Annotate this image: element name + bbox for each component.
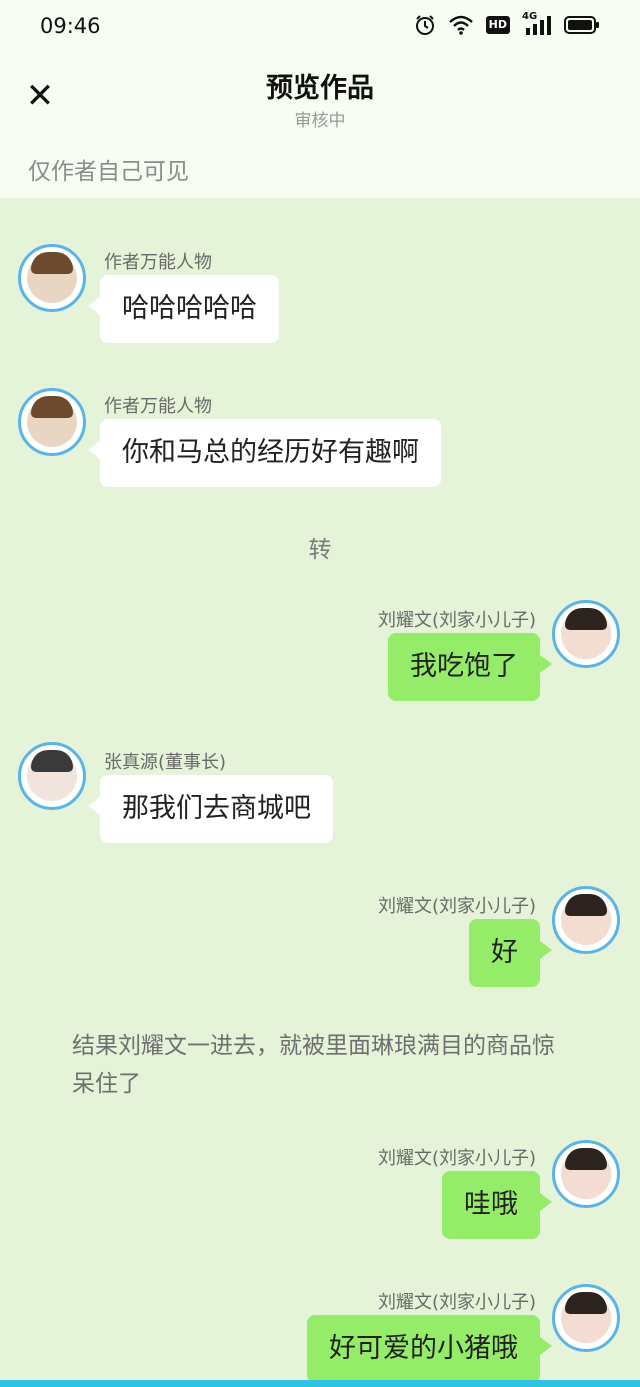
message-right: 刘耀文(刘家小儿子) 我吃饱了: [0, 598, 640, 708]
message-left: 作者万能人物 哈哈哈哈哈: [0, 240, 640, 350]
message-left: 作者万能人物 你和马总的经历好有趣啊: [0, 384, 640, 494]
alarm-icon: [415, 15, 434, 35]
sender-name: 作者万能人物: [104, 396, 212, 417]
bottom-progress-bar: [0, 1380, 640, 1387]
sender-name: 作者万能人物: [104, 252, 212, 273]
hd-icon: HD: [485, 16, 510, 34]
message-right: 刘耀文(刘家小儿子) 哇哦: [0, 1138, 640, 1248]
avatar[interactable]: [18, 742, 86, 810]
message-right: 刘耀文(刘家小儿子) 好可爱的小猪哦: [0, 1282, 640, 1383]
message-bubble[interactable]: 那我们去商城吧: [88, 775, 333, 843]
avatar[interactable]: [552, 1140, 620, 1208]
narration-text: 结果刘耀文一进去，就被里面琳琅满目的商品惊呆住了: [72, 1033, 555, 1097]
wifi-icon: [448, 15, 473, 35]
message-left: 张真源(董事长) 那我们去商城吧: [0, 742, 640, 852]
message-bubble[interactable]: 哇哦: [442, 1171, 552, 1239]
avatar[interactable]: [552, 600, 620, 668]
message-bubble[interactable]: 好可爱的小猪哦: [307, 1315, 552, 1383]
page-title: 预览作品: [266, 73, 374, 104]
visibility-text: 仅作者自己可见: [28, 159, 189, 185]
sender-name: 刘耀文(刘家小儿子): [377, 1148, 536, 1169]
nav-header: ✕ 预览作品 审核中: [0, 56, 640, 142]
message-bubble[interactable]: 好: [469, 919, 552, 987]
sender-name: 刘耀文(刘家小儿子): [377, 1292, 536, 1313]
scene-divider-text: 转: [308, 537, 332, 563]
visibility-note: 仅作者自己可见: [0, 142, 640, 198]
battery-icon: [564, 16, 599, 34]
sender-name: 张真源(董事长): [104, 752, 227, 773]
avatar[interactable]: [18, 244, 86, 312]
sender-name: 刘耀文(刘家小儿子): [377, 610, 536, 631]
avatar[interactable]: [552, 886, 620, 954]
signal-icon: 4G: [522, 11, 552, 36]
message-bubble[interactable]: 哈哈哈哈哈: [88, 275, 279, 343]
message-bubble[interactable]: 我吃饱了: [388, 633, 552, 701]
sender-name: 刘耀文(刘家小儿子): [377, 896, 536, 917]
avatar[interactable]: [552, 1284, 620, 1352]
avatar[interactable]: [18, 388, 86, 456]
status-time: 09:46: [40, 14, 101, 38]
message-right: 刘耀文(刘家小儿子) 好: [0, 886, 640, 996]
message-bubble[interactable]: 你和马总的经历好有趣啊: [88, 419, 441, 487]
status-bar: 09:46 HD 4G: [0, 0, 640, 56]
review-status: 审核中: [294, 111, 346, 131]
